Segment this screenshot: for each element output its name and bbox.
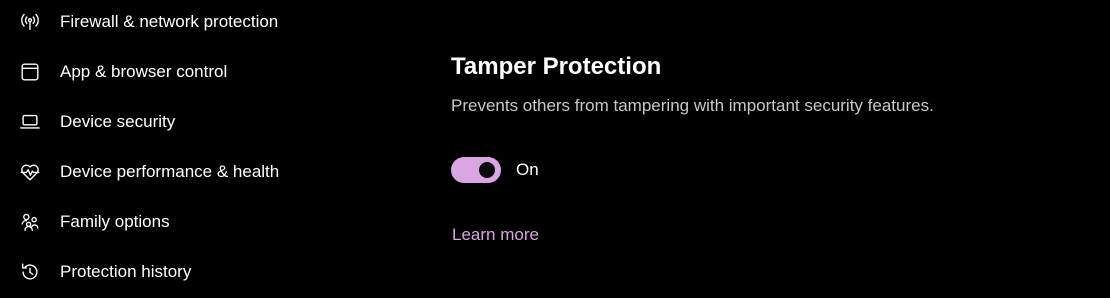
sidebar-item-label: Protection history: [60, 262, 192, 281]
sidebar-item-label: Device security: [60, 112, 176, 131]
wifi-antenna-icon: [18, 10, 42, 34]
section-title: Tamper Protection: [451, 53, 662, 80]
browser-window-icon: [18, 60, 42, 84]
sidebar-item-label: Firewall & network protection: [60, 12, 279, 31]
tamper-protection-toggle-row: On: [451, 157, 539, 183]
history-icon: [18, 260, 42, 284]
tamper-protection-section: Tamper Protection Prevents others from t…: [451, 0, 1110, 298]
laptop-icon: [18, 110, 42, 134]
sidebar-item-app-browser[interactable]: App & browser control: [0, 52, 400, 92]
toggle-knob: [479, 162, 495, 178]
sidebar-nav: Firewall & network protection App & brow…: [0, 0, 400, 298]
section-description: Prevents others from tampering with impo…: [451, 96, 934, 115]
sidebar-item-device-security[interactable]: Device security: [0, 102, 400, 142]
sidebar-item-label: App & browser control: [60, 62, 228, 81]
sidebar-item-label: Family options: [60, 212, 170, 231]
family-icon: [18, 210, 42, 234]
sidebar-item-device-performance[interactable]: Device performance & health: [0, 152, 400, 192]
sidebar-item-protection-history[interactable]: Protection history: [0, 252, 400, 292]
sidebar-item-label: Device performance & health: [60, 162, 280, 181]
sidebar-item-firewall[interactable]: Firewall & network protection: [0, 2, 400, 42]
learn-more-link[interactable]: Learn more: [452, 225, 539, 245]
heart-pulse-icon: [18, 160, 42, 184]
tamper-protection-toggle[interactable]: [451, 157, 501, 183]
toggle-state-label: On: [516, 160, 539, 179]
sidebar-item-family-options[interactable]: Family options: [0, 202, 400, 242]
